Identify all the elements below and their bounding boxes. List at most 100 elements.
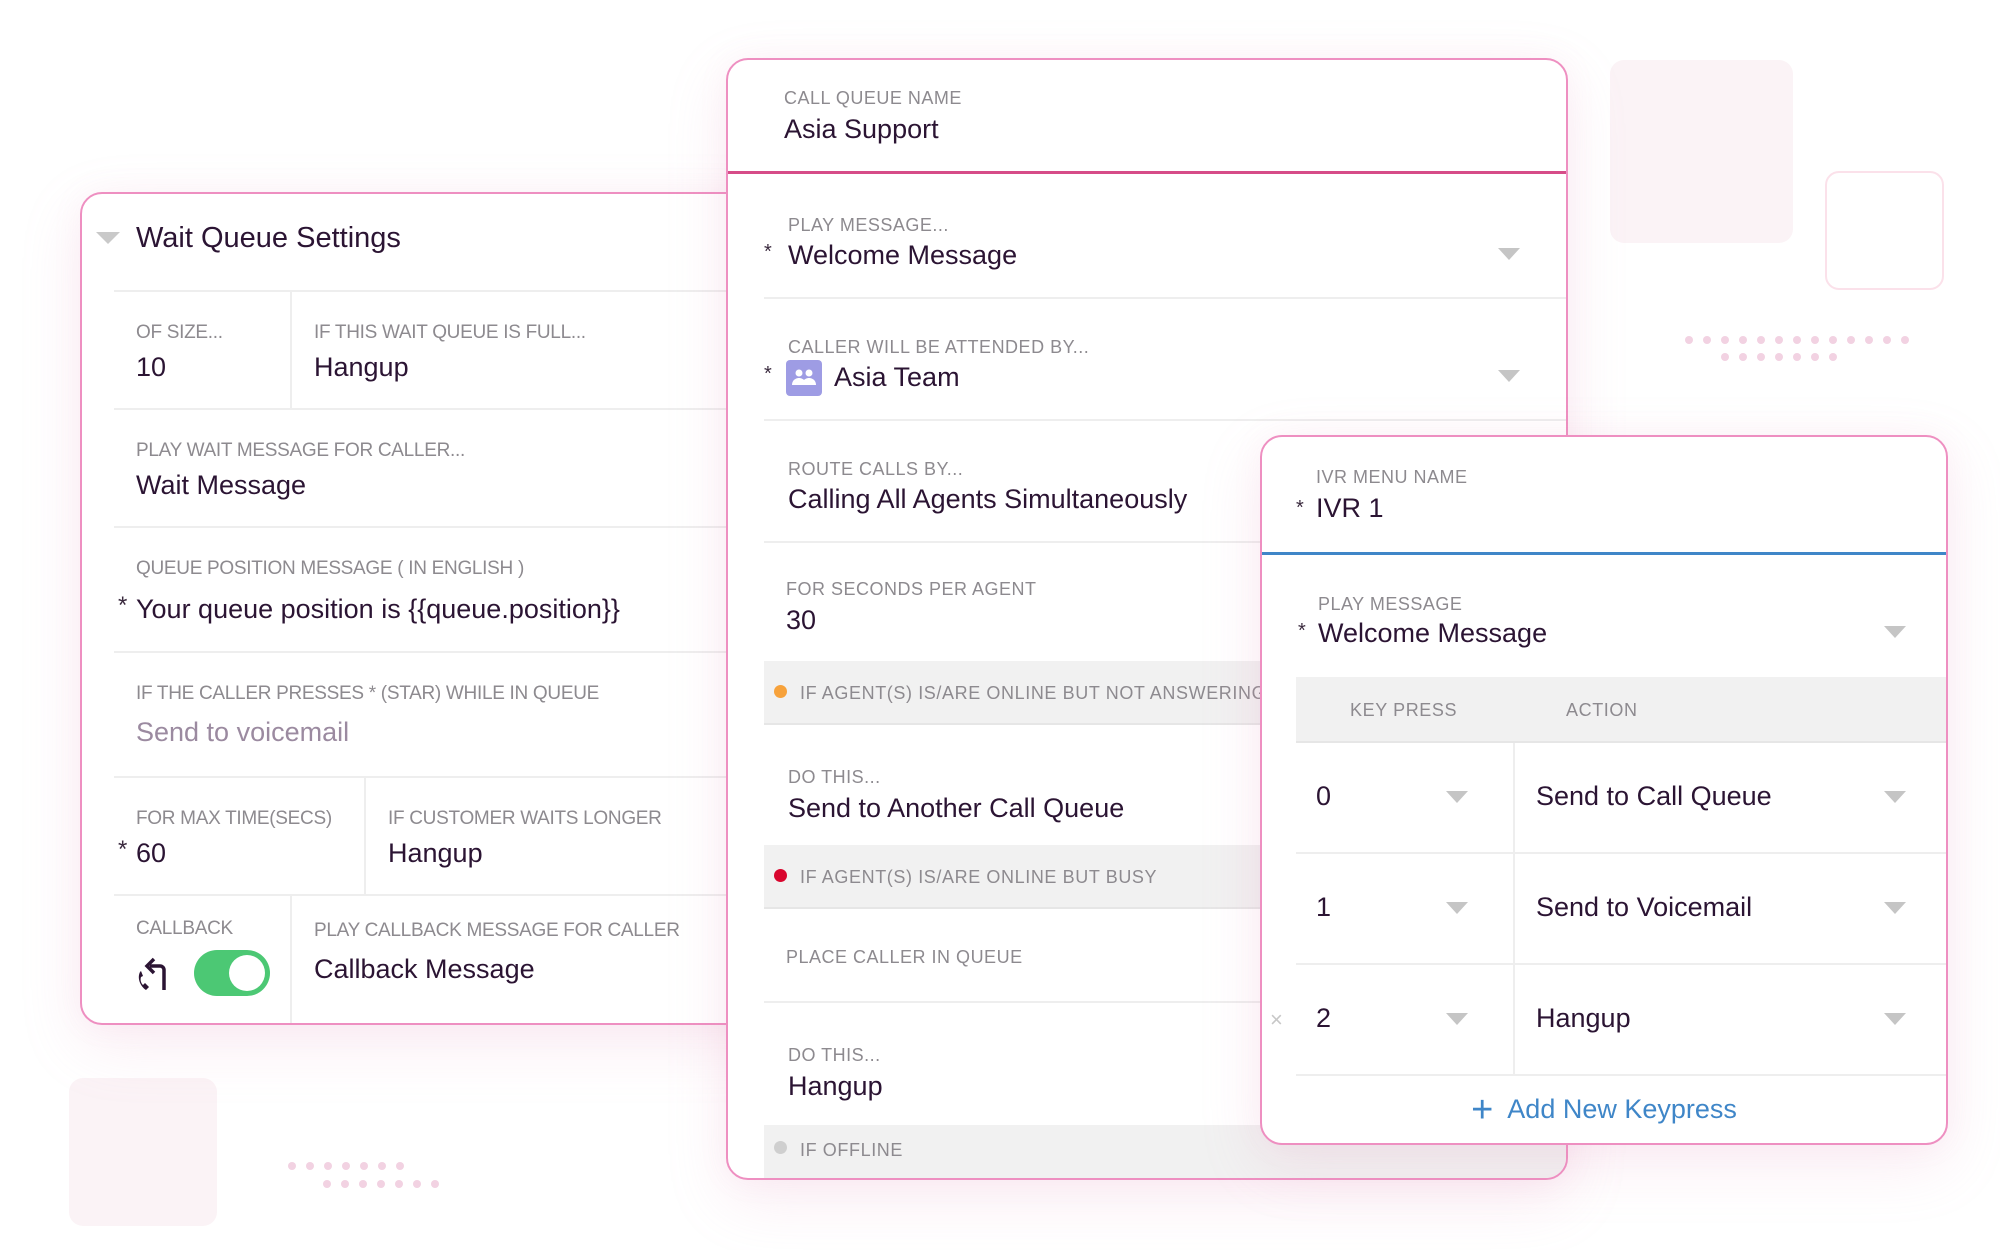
field-label: PLAY WAIT MESSAGE FOR CALLER... — [136, 440, 465, 461]
decorative-dots — [288, 1162, 404, 1170]
field-label: IF CUSTOMER WAITS LONGER — [388, 808, 662, 829]
chevron-down-icon[interactable] — [1884, 791, 1906, 803]
field-label: FOR SECONDS PER AGENT — [786, 579, 1037, 599]
condition-label: IF AGENT(S) IS/ARE ONLINE BUT NOT ANSWER… — [800, 683, 1267, 703]
chevron-down-icon[interactable] — [1884, 902, 1906, 914]
decorative-outline-square — [1825, 171, 1944, 290]
key-value[interactable]: 0 — [1316, 781, 1331, 812]
field-label: PLACE CALLER IN QUEUE — [786, 947, 1023, 967]
wait-message-field[interactable]: PLAY WAIT MESSAGE FOR CALLER... Wait Mes… — [114, 408, 778, 526]
column-header-key-press: KEY PRESS — [1350, 700, 1458, 720]
play-message-select[interactable]: PLAY MESSAGE... * Welcome Message — [764, 177, 1566, 299]
wait-queue-header[interactable]: Wait Queue Settings — [82, 194, 778, 290]
decorative-dots — [323, 1180, 439, 1188]
action-value[interactable]: Hangup — [1536, 1003, 1631, 1034]
route-calls-value: Calling All Agents Simultaneously — [788, 484, 1188, 514]
wait-queue-settings-panel: Wait Queue Settings OF SIZE... 10 IF THI… — [80, 192, 780, 1025]
column-divider — [1513, 743, 1515, 852]
field-label: CALL QUEUE NAME — [784, 88, 962, 108]
star-press-field[interactable]: IF THE CALLER PRESSES * (STAR) WHILE IN … — [114, 651, 778, 776]
add-keypress-label: Add New Keypress — [1507, 1094, 1737, 1124]
field-label: ROUTE CALLS BY... — [788, 459, 964, 479]
team-icon — [786, 360, 822, 396]
field-label: FOR MAX TIME(SECS) — [136, 808, 332, 829]
chevron-down-icon[interactable] — [1884, 626, 1906, 638]
callback-toggle[interactable] — [194, 950, 270, 996]
field-label: QUEUE POSITION MESSAGE ( IN ENGLISH ) — [136, 558, 524, 579]
panel-title: Wait Queue Settings — [136, 222, 401, 254]
wait-message-value: Wait Message — [136, 470, 307, 500]
field-label: CALLBACK — [136, 918, 233, 939]
queue-position-field[interactable]: QUEUE POSITION MESSAGE ( IN ENGLISH ) * … — [114, 526, 778, 651]
field-label: IF THE CALLER PRESSES * (STAR) WHILE IN … — [136, 683, 600, 704]
column-header-action: ACTION — [1566, 700, 1638, 720]
seconds-per-agent-value: 30 — [786, 605, 817, 635]
do-this-value: Hangup — [788, 1071, 883, 1101]
attended-by-value: Asia Team — [834, 362, 960, 392]
max-time-row: FOR MAX TIME(SECS) * 60 IF CUSTOMER WAIT… — [114, 776, 778, 894]
field-label: DO THIS... — [788, 1045, 881, 1065]
waits-longer-value: Hangup — [388, 838, 483, 868]
field-label: PLAY CALLBACK MESSAGE FOR CALLER — [314, 920, 680, 941]
queue-name-value: Asia Support — [784, 114, 939, 144]
decorative-square — [1610, 60, 1793, 243]
chevron-down-icon[interactable] — [1446, 791, 1468, 803]
chevron-down-icon[interactable] — [1884, 1013, 1906, 1025]
field-label: IVR MENU NAME — [1316, 467, 1468, 487]
callback-message-field[interactable]: PLAY CALLBACK MESSAGE FOR CALLER Callbac… — [290, 896, 778, 1023]
status-dot-red — [774, 869, 787, 882]
condition-label: IF OFFLINE — [800, 1140, 904, 1160]
remove-row-icon[interactable]: × — [1270, 1007, 1283, 1033]
attended-by-select[interactable]: CALLER WILL BE ATTENDED BY... * Asia Tea… — [764, 299, 1566, 421]
play-message-value: Welcome Message — [788, 240, 1018, 270]
action-value[interactable]: Send to Voicemail — [1536, 892, 1752, 923]
queue-position-cell: QUEUE POSITION MESSAGE ( IN ENGLISH ) * … — [114, 528, 778, 651]
column-divider — [1513, 854, 1515, 963]
chevron-down-icon[interactable] — [1498, 248, 1520, 260]
chevron-down-icon[interactable] — [1446, 1013, 1468, 1025]
star-press-placeholder: Send to voicemail — [136, 717, 350, 747]
field-label: OF SIZE... — [136, 322, 223, 343]
required-asterisk: * — [764, 363, 772, 385]
callback-field: CALLBACK — [114, 896, 290, 1023]
field-label: IF THIS WAIT QUEUE IS FULL... — [314, 322, 586, 343]
ivr-play-message-value: Welcome Message — [1318, 618, 1548, 648]
ivr-menu-panel: IVR MENU NAME * IVR 1 PLAY MESSAGE * Wel… — [1260, 435, 1948, 1145]
keypress-row: 1 Send to Voicemail — [1296, 854, 1946, 965]
ivr-name-value: IVR 1 — [1316, 493, 1384, 523]
required-asterisk: * — [764, 241, 772, 263]
of-size-value: 10 — [136, 352, 167, 382]
keypress-table-header: KEY PRESS ACTION — [1296, 677, 1946, 743]
of-size-field[interactable]: OF SIZE... 10 — [114, 292, 290, 408]
keypress-row: 0 Send to Call Queue — [1296, 743, 1946, 854]
key-value[interactable]: 1 — [1316, 892, 1331, 923]
waits-longer-field[interactable]: IF CUSTOMER WAITS LONGER Hangup — [364, 778, 778, 894]
add-new-keypress-button[interactable]: + Add New Keypress — [1262, 1089, 1946, 1132]
keypress-row: × 2 Hangup — [1270, 965, 1946, 1076]
ivr-play-message-select[interactable]: PLAY MESSAGE * Welcome Message — [1262, 558, 1946, 677]
chevron-down-icon[interactable] — [1498, 370, 1520, 382]
required-asterisk: * — [1298, 620, 1306, 642]
status-dot-orange — [774, 685, 787, 698]
column-divider — [1513, 965, 1515, 1074]
ivr-menu-name-field[interactable]: IVR MENU NAME * IVR 1 — [1262, 437, 1946, 555]
action-value[interactable]: Send to Call Queue — [1536, 781, 1772, 812]
field-label: CALLER WILL BE ATTENDED BY... — [788, 337, 1090, 357]
if-full-value: Hangup — [314, 352, 409, 382]
decorative-dots — [1721, 353, 1837, 361]
chevron-down-icon[interactable] — [1446, 902, 1468, 914]
callback-phone-icon — [134, 952, 174, 996]
size-row: OF SIZE... 10 IF THIS WAIT QUEUE IS FULL… — [114, 290, 778, 408]
max-time-value: 60 — [136, 838, 167, 868]
star-press-cell: IF THE CALLER PRESSES * (STAR) WHILE IN … — [114, 653, 778, 776]
call-queue-name-field[interactable]: CALL QUEUE NAME Asia Support — [728, 60, 1566, 174]
callback-message-value: Callback Message — [314, 954, 535, 984]
key-value[interactable]: 2 — [1316, 1003, 1331, 1034]
toggle-knob — [229, 955, 265, 991]
if-full-field[interactable]: IF THIS WAIT QUEUE IS FULL... Hangup — [290, 292, 778, 408]
field-label: PLAY MESSAGE — [1318, 594, 1463, 614]
field-label: DO THIS... — [788, 767, 881, 787]
collapse-caret-icon[interactable] — [96, 232, 120, 244]
max-time-field[interactable]: FOR MAX TIME(SECS) * 60 — [114, 778, 364, 894]
callback-row: CALLBACK PLAY CALLBACK MESSAGE FOR CALLE… — [114, 894, 778, 1023]
